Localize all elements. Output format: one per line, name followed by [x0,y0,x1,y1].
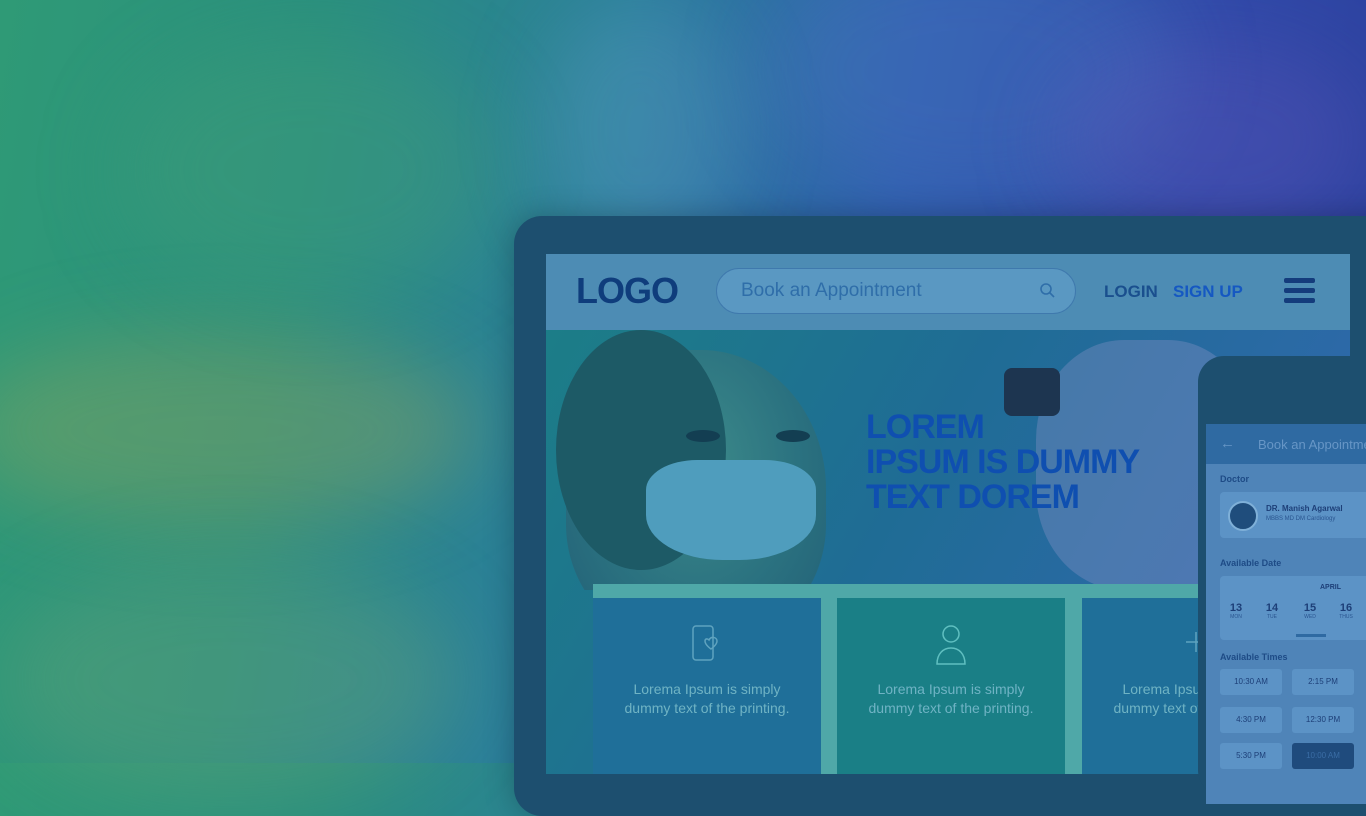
bg-blur-blob [0,330,480,530]
search-input[interactable]: Book an Appointment [741,280,922,302]
feature-card-text: Lorema Ipsum is simply dummy text of the… [868,681,1034,716]
time-slot[interactable]: 4:30 PM [1220,707,1282,733]
site-logo[interactable]: LOGO [576,270,679,312]
search-icon[interactable] [1039,282,1055,298]
phone-mockup: ← Book an Appointment Doctor DR. Manish … [1198,356,1366,804]
doctor-photo-eye [776,430,810,442]
time-slot[interactable]: 5:30 PM [1220,743,1282,769]
back-arrow-icon[interactable]: ← [1220,435,1235,452]
login-link[interactable]: LOGIN [1104,282,1158,302]
phone-screen: ← Book an Appointment Doctor DR. Manish … [1206,424,1366,804]
doctor-name: DR. Manish Agarwal [1266,504,1343,513]
signup-link[interactable]: SIGN UP [1173,282,1243,302]
date-label: Available Date [1220,558,1282,568]
date-weekday: TUE [1267,614,1277,620]
selected-date-indicator [1296,634,1326,637]
date-number: 15 [1303,602,1317,614]
time-slot[interactable]: 12:30 PM [1292,707,1354,733]
medical-device [1004,368,1060,416]
hero-title-line: TEXT DOREM [866,478,1080,516]
date-option[interactable]: 16 THUS [1336,602,1356,620]
date-number: 13 [1229,602,1243,614]
doctor-photo-eye [686,430,720,442]
feature-card[interactable]: Lorema Ipsum is simply dummy text of the… [593,598,821,774]
search-bar[interactable]: Book an Appointment [716,268,1076,314]
date-number: 14 [1265,602,1279,614]
date-number: 16 [1339,602,1353,614]
doctor-icon [936,625,966,665]
doctor-select[interactable]: DR. Manish Agarwal MBBS MD DM Cardiology [1220,492,1366,538]
hamburger-menu-icon[interactable] [1284,278,1315,304]
time-slot-selected[interactable]: 10:00 AM [1292,743,1354,769]
feature-card-text: Lorema Ipsum is simply dummy text of the… [624,681,790,716]
phone-title: Book an Appointment [1258,437,1366,452]
hero-title-line: IPSUM IS DUMMY [866,443,1140,481]
date-weekday: MON [1230,614,1242,620]
time-slot[interactable]: 2:15 PM [1292,669,1354,695]
date-option[interactable]: 14 TUE [1262,602,1282,620]
date-option[interactable]: 15 WED [1300,602,1320,620]
hero-title: LOREM IPSUM IS DUMMY TEXT DOREM [866,410,1196,515]
times-label: Available Times [1220,652,1288,662]
site-header: LOGO Book an Appointment LOGIN SIGN UP [546,254,1350,330]
bg-blur-blob [120,40,500,300]
doctor-label: Doctor [1220,474,1249,484]
time-slot[interactable]: 10:30 AM [1220,669,1282,695]
bg-blur-blob [0,560,460,800]
date-weekday: THUS [1339,614,1353,620]
doctor-qualification: MBBS MD DM Cardiology [1266,516,1336,522]
date-weekday: WED [1304,614,1316,620]
doctor-photo-mask [646,460,816,560]
feature-card[interactable]: Lorema Ipsum is simply dummy text of the… [837,598,1065,774]
bg-blur-blob [1050,40,1366,240]
phone-heart-icon [692,625,718,661]
avatar [1228,501,1258,531]
month-label: APRIL [1320,584,1341,591]
hero-title-line: LOREM [866,408,985,446]
date-picker[interactable]: APRIL 13 MON 14 TUE 15 WED 16 THUS [1220,576,1366,640]
phone-header: ← Book an Appointment [1206,424,1366,464]
date-option[interactable]: 13 MON [1226,602,1246,620]
